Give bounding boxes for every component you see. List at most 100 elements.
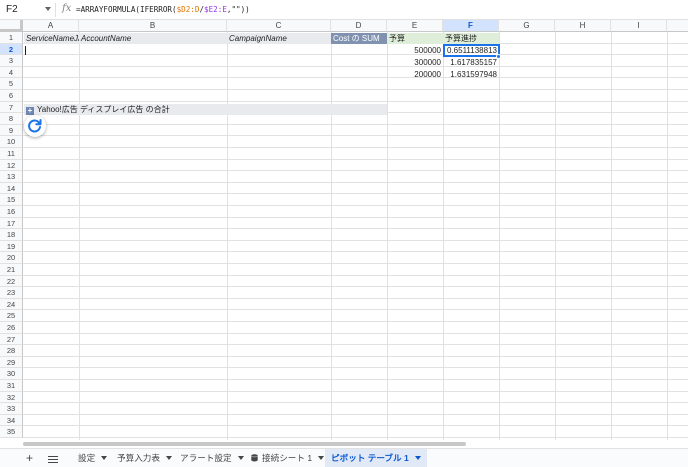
row-header[interactable]: 4: [0, 66, 23, 79]
row-header[interactable]: 35: [0, 426, 23, 438]
row-header[interactable]: 19: [0, 240, 23, 253]
row-header[interactable]: 15: [0, 194, 23, 206]
grid-line: [23, 135, 688, 137]
column-header-g[interactable]: G: [499, 20, 555, 32]
cell-c1-campaign-header[interactable]: CampaignName: [227, 33, 331, 44]
add-sheet-button[interactable]: +: [26, 451, 33, 465]
row-header[interactable]: 17: [0, 217, 23, 230]
fx-icon: fx: [62, 3, 72, 14]
cell-d1-cost-header[interactable]: Cost の SUM: [331, 33, 387, 44]
row-header[interactable]: 28: [0, 345, 23, 357]
row-header[interactable]: 31: [0, 380, 23, 392]
row-header[interactable]: 9: [0, 124, 23, 137]
row-header[interactable]: 27: [0, 333, 23, 346]
column-header-overflow: [667, 20, 688, 32]
grid-line: [23, 65, 688, 67]
row-header[interactable]: 29: [0, 356, 23, 369]
cell-e4-budget[interactable]: 200000: [387, 69, 443, 80]
name-box[interactable]: F2: [6, 4, 18, 15]
row-header[interactable]: 2: [0, 43, 23, 56]
refresh-icon: [28, 119, 42, 133]
row-header[interactable]: 5: [0, 78, 23, 90]
cell-e1-budget-header[interactable]: 予算: [387, 33, 443, 44]
grid-line: [23, 332, 688, 334]
row-header[interactable]: 22: [0, 275, 23, 288]
formula-prefix: =ARRAYFORMULA(IFERROR(: [76, 5, 177, 14]
name-box-dropdown-icon[interactable]: [45, 7, 51, 11]
formula-suffix: ,"")): [226, 5, 250, 14]
pivot-total-row[interactable]: + Yahoo!広告 ディスプレイ広告 の合計: [24, 104, 387, 115]
cell-e3-budget[interactable]: 300000: [387, 57, 443, 68]
expand-plus-icon[interactable]: +: [26, 107, 34, 115]
database-icon: [251, 454, 258, 462]
grid-line: [23, 228, 688, 230]
column-header-c[interactable]: C: [227, 20, 331, 32]
row-header[interactable]: 24: [0, 298, 23, 311]
chevron-down-icon[interactable]: [318, 456, 325, 460]
row-header[interactable]: 33: [0, 403, 23, 415]
cell-grid[interactable]: [23, 32, 688, 440]
cell-f4-progress[interactable]: 1.631597948: [443, 69, 499, 80]
cell-a1-service-header[interactable]: ServiceNameJA: [24, 33, 79, 44]
sheet-tab-connected-sheet[interactable]: 接続シート 1: [245, 449, 330, 467]
row-header[interactable]: 11: [0, 148, 23, 160]
grid-line: [23, 54, 688, 56]
cell-b1-account-header[interactable]: AccountName: [79, 33, 227, 44]
sheet-tab-alert-settings[interactable]: アラート設定: [174, 449, 250, 467]
row-header[interactable]: 18: [0, 229, 23, 241]
chevron-down-icon[interactable]: [237, 456, 244, 460]
column-header-b[interactable]: B: [79, 20, 227, 32]
row-header[interactable]: 3: [0, 55, 23, 67]
row-header[interactable]: 26: [0, 322, 23, 334]
cell-f2-progress-selected[interactable]: 0.6511138813: [443, 44, 500, 57]
row-header[interactable]: 34: [0, 414, 23, 427]
all-sheets-menu-icon[interactable]: [48, 456, 58, 465]
column-header-e[interactable]: E: [387, 20, 443, 32]
chevron-down-icon[interactable]: [101, 456, 108, 460]
column-header-d[interactable]: D: [331, 20, 387, 32]
sheet-tab-settings[interactable]: 設定: [72, 449, 113, 467]
grid-line: [23, 251, 688, 253]
cell-f1-progress-header[interactable]: 予算進捗: [443, 33, 499, 44]
row-header[interactable]: 32: [0, 391, 23, 404]
column-header-a[interactable]: A: [23, 20, 79, 32]
refresh-button[interactable]: [24, 115, 46, 137]
grid-line: [23, 321, 688, 322]
row-header[interactable]: 8: [0, 113, 23, 125]
grid-line: [23, 309, 688, 311]
formula-input[interactable]: =ARRAYFORMULA(IFERROR($D2:D/$E2:E,"")): [76, 5, 250, 14]
grid-line: [23, 77, 688, 79]
row-header[interactable]: 23: [0, 287, 23, 299]
select-all-corner[interactable]: [0, 20, 23, 32]
spreadsheet-app: F2 fx =ARRAYFORMULA(IFERROR($D2:D/$E2:E,…: [0, 0, 688, 467]
grid-line: [23, 390, 688, 392]
row-header[interactable]: 14: [0, 182, 23, 195]
grid-line: [23, 437, 688, 438]
sheet-tab-pivot-table[interactable]: ピボット テーブル 1: [325, 449, 427, 467]
row-header[interactable]: 25: [0, 310, 23, 322]
sheet-tab-budget-input[interactable]: 予算入力表: [111, 449, 178, 467]
formula-range-ref-1: $D2:D: [176, 5, 200, 14]
formula-bar: F2 fx =ARRAYFORMULA(IFERROR($D2:D/$E2:E,…: [0, 0, 688, 20]
row-header[interactable]: 13: [0, 171, 23, 183]
row-header[interactable]: 12: [0, 159, 23, 172]
row-header[interactable]: 6: [0, 90, 23, 102]
row-header[interactable]: 20: [0, 252, 23, 264]
horizontal-scrollbar[interactable]: [23, 442, 466, 446]
row-header[interactable]: 30: [0, 368, 23, 380]
row-header[interactable]: 7: [0, 101, 23, 114]
cell-f3-progress[interactable]: 1.617835157: [443, 57, 499, 68]
sheet-tab-label: ピボット テーブル 1: [331, 453, 409, 463]
row-header[interactable]: 16: [0, 206, 23, 218]
column-header-f[interactable]: F: [443, 20, 499, 32]
cell-e2-budget[interactable]: 500000: [387, 45, 443, 56]
row-header[interactable]: 1: [0, 32, 23, 44]
grid-line: [23, 239, 688, 241]
chevron-down-icon[interactable]: [414, 456, 421, 460]
column-header-i[interactable]: I: [611, 20, 667, 32]
row-header[interactable]: 21: [0, 264, 23, 276]
row-header[interactable]: 10: [0, 136, 23, 148]
formula-bar-divider: [55, 3, 56, 17]
column-header-h[interactable]: H: [555, 20, 611, 32]
chevron-down-icon[interactable]: [165, 456, 172, 460]
